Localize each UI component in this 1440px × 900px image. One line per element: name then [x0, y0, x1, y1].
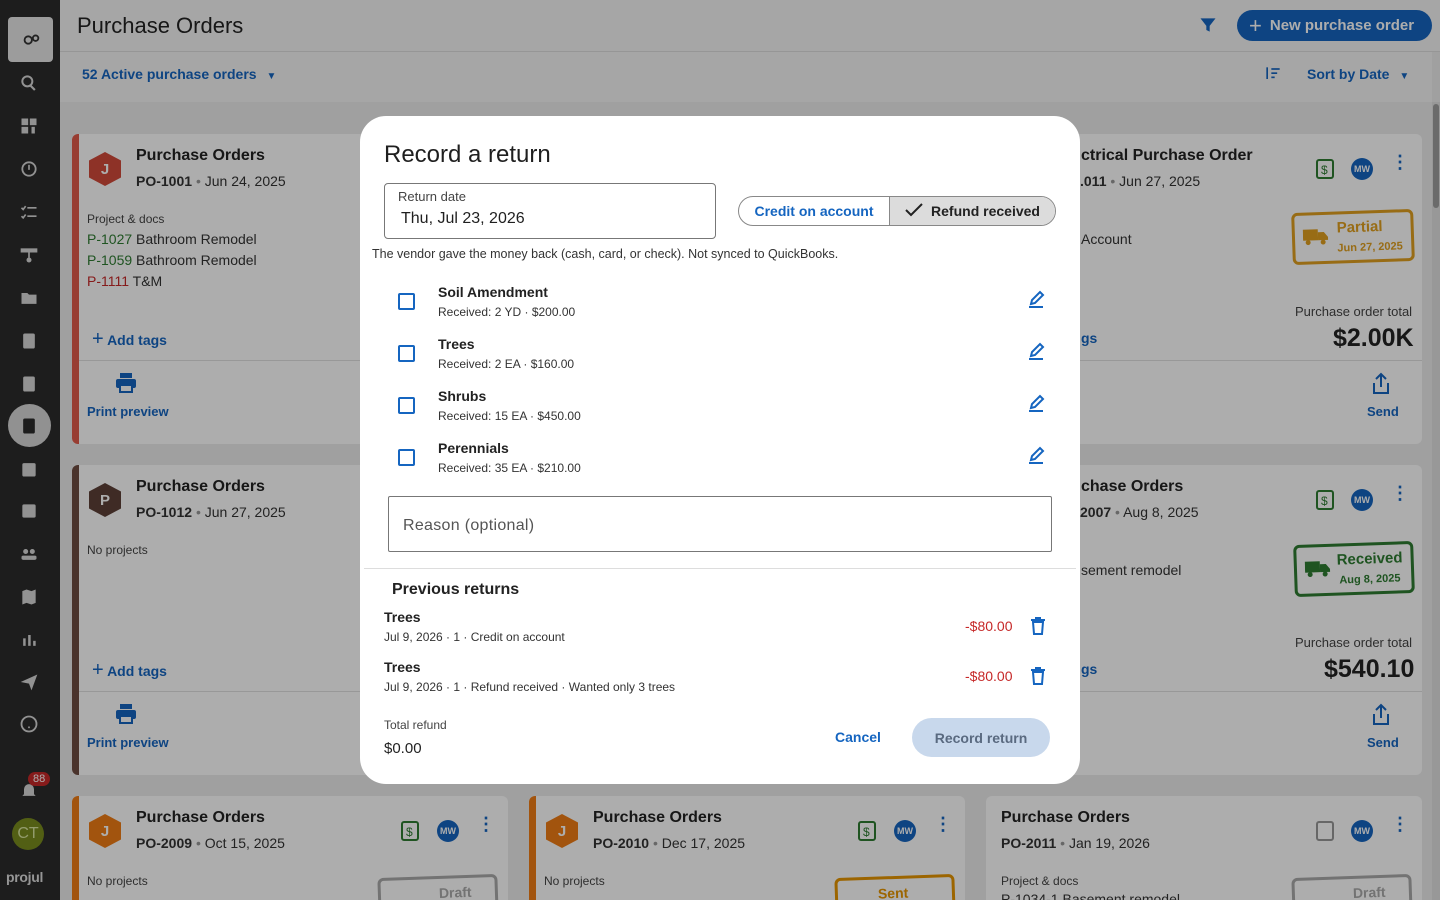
- previous-return-row: Trees Jul 9, 2026 · 1 · Credit on accoun…: [384, 609, 1060, 649]
- total-refund-label: Total refund: [384, 718, 447, 732]
- credit-on-account-option[interactable]: Credit on account: [739, 197, 889, 225]
- refund-received-label: Refund received: [931, 203, 1040, 219]
- return-item-row: Soil Amendment Received: 2 YD · $200.00: [384, 284, 1056, 330]
- return-item-name: Trees: [384, 609, 421, 625]
- return-item-name: Trees: [384, 659, 421, 675]
- helper-text: The vendor gave the money back (cash, ca…: [372, 247, 839, 261]
- item-checkbox[interactable]: [398, 397, 415, 414]
- item-name: Perennials: [438, 440, 509, 456]
- item-checkbox[interactable]: [398, 293, 415, 310]
- return-amount: -$80.00: [965, 618, 1013, 634]
- return-item-row: Perennials Received: 35 EA · $210.00: [384, 440, 1056, 486]
- return-amount: -$80.00: [965, 668, 1013, 684]
- previous-return-row: Trees Jul 9, 2026 · 1 · Refund received …: [384, 659, 1060, 699]
- item-detail: Received: 2 YD · $200.00: [438, 305, 576, 319]
- return-item-row: Trees Received: 2 EA · $160.00: [384, 336, 1056, 382]
- item-name: Shrubs: [438, 388, 487, 404]
- refund-received-option[interactable]: Refund received: [889, 197, 1055, 225]
- edit-icon[interactable]: [1026, 342, 1046, 367]
- section-divider: [364, 568, 1076, 569]
- check-icon: [905, 202, 923, 220]
- item-checkbox[interactable]: [398, 345, 415, 362]
- return-date-value: Thu, Jul 23, 2026: [401, 210, 525, 227]
- edit-icon[interactable]: [1026, 446, 1046, 471]
- record-return-dialog: Record a return Return date Thu, Jul 23,…: [360, 116, 1080, 784]
- return-type-toggle: Credit on account Refund received: [738, 196, 1056, 226]
- reason-placeholder: Reason (optional): [403, 517, 535, 534]
- record-return-button[interactable]: Record return: [912, 718, 1050, 757]
- item-name: Soil Amendment: [438, 284, 548, 300]
- item-detail: Received: 2 EA · $160.00: [438, 357, 575, 371]
- return-date-label: Return date: [398, 189, 466, 204]
- item-name: Trees: [438, 336, 475, 352]
- return-item-row: Shrubs Received: 15 EA · $450.00: [384, 388, 1056, 434]
- reason-input[interactable]: Reason (optional): [388, 496, 1052, 552]
- item-detail: Received: 15 EA · $450.00: [438, 409, 581, 423]
- return-detail: Jul 9, 2026 · 1 · Credit on account: [384, 630, 565, 644]
- delete-icon[interactable]: [1030, 617, 1046, 640]
- return-date-field[interactable]: Return date Thu, Jul 23, 2026: [384, 183, 716, 239]
- return-detail: Jul 9, 2026 · 1 · Refund received · Want…: [384, 680, 676, 694]
- edit-icon[interactable]: [1026, 394, 1046, 419]
- delete-icon[interactable]: [1030, 667, 1046, 690]
- item-detail: Received: 35 EA · $210.00: [438, 461, 581, 475]
- item-checkbox[interactable]: [398, 449, 415, 466]
- cancel-button[interactable]: Cancel: [835, 729, 881, 745]
- previous-returns-title: Previous returns: [392, 581, 520, 598]
- total-refund-value: $0.00: [384, 740, 422, 757]
- edit-icon[interactable]: [1026, 290, 1046, 315]
- dialog-title: Record a return: [384, 141, 551, 168]
